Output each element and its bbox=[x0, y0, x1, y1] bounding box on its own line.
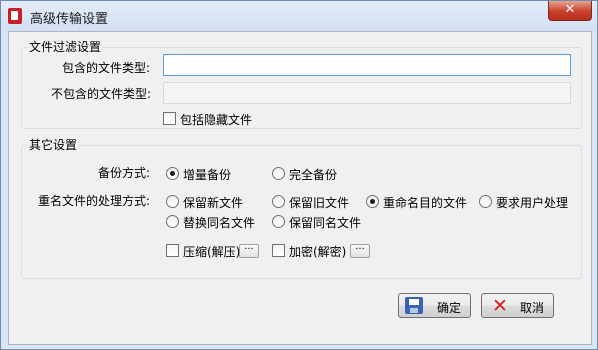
other-settings-group-label: 其它设置 bbox=[27, 138, 80, 152]
include-hidden-box[interactable] bbox=[163, 112, 176, 125]
radio-dot[interactable] bbox=[166, 215, 179, 228]
window-title: 高级传输设置 bbox=[30, 12, 109, 27]
cancel-button-label: 取消 bbox=[520, 301, 545, 315]
radio-label: 要求用户处理 bbox=[496, 196, 569, 210]
radio-label: 保留同名文件 bbox=[289, 216, 362, 230]
file-filter-group-label: 文件过滤设置 bbox=[27, 40, 104, 54]
radio-label: 增量备份 bbox=[183, 168, 232, 182]
rename-handling-label: 重名文件的处理方式: bbox=[38, 194, 151, 208]
radio-dot[interactable] bbox=[166, 195, 179, 208]
compress-box[interactable] bbox=[166, 244, 179, 257]
radio-label: 替换同名文件 bbox=[183, 216, 256, 230]
radio-dot[interactable] bbox=[366, 195, 379, 208]
save-icon bbox=[405, 297, 423, 314]
encrypt-options-button[interactable]: ··· bbox=[350, 244, 370, 258]
radio-label: 保留新文件 bbox=[183, 196, 244, 210]
exclude-types-field[interactable] bbox=[163, 82, 571, 104]
radio-dot[interactable] bbox=[272, 195, 285, 208]
compress-label: 压缩(解压) bbox=[183, 245, 241, 259]
title-bar[interactable]: 高级传输设置 ✕ bbox=[1, 1, 597, 31]
radio-label: 重命名目的文件 bbox=[383, 196, 468, 210]
cancel-button[interactable]: ✕ 取消 bbox=[481, 293, 554, 318]
radio-dot[interactable] bbox=[166, 167, 179, 180]
radio-label: 保留旧文件 bbox=[289, 196, 350, 210]
ok-button-label: 确定 bbox=[437, 301, 462, 315]
encrypt-label: 加密(解密) bbox=[289, 245, 347, 259]
radio-label: 完全备份 bbox=[289, 168, 338, 182]
ok-button[interactable]: 确定 bbox=[398, 293, 471, 318]
dialog-content: 文件过滤设置 包含的文件类型: 不包含的文件类型: 包括隐藏文件 其它设置 备份… bbox=[8, 31, 592, 345]
radio-dot[interactable] bbox=[479, 195, 492, 208]
dialog-window: 高级传输设置 ✕ 文件过滤设置 包含的文件类型: 不包含的文件类型: 包括隐藏文… bbox=[0, 0, 598, 350]
close-button[interactable]: ✕ bbox=[548, 1, 592, 21]
include-types-field[interactable] bbox=[163, 54, 571, 76]
x-icon: ✕ bbox=[492, 295, 508, 317]
radio-dot[interactable] bbox=[272, 215, 285, 228]
include-types-input[interactable] bbox=[164, 55, 570, 75]
radio-dot[interactable] bbox=[272, 167, 285, 180]
compress-options-button[interactable]: ··· bbox=[239, 244, 259, 258]
app-icon bbox=[8, 8, 22, 24]
backup-mode-label: 备份方式: bbox=[98, 166, 151, 180]
include-hidden-label: 包括隐藏文件 bbox=[180, 113, 253, 127]
include-types-label: 包含的文件类型: bbox=[62, 61, 151, 75]
exclude-types-label: 不包含的文件类型: bbox=[51, 87, 152, 101]
exclude-types-input[interactable] bbox=[164, 83, 570, 103]
encrypt-box[interactable] bbox=[272, 244, 285, 257]
